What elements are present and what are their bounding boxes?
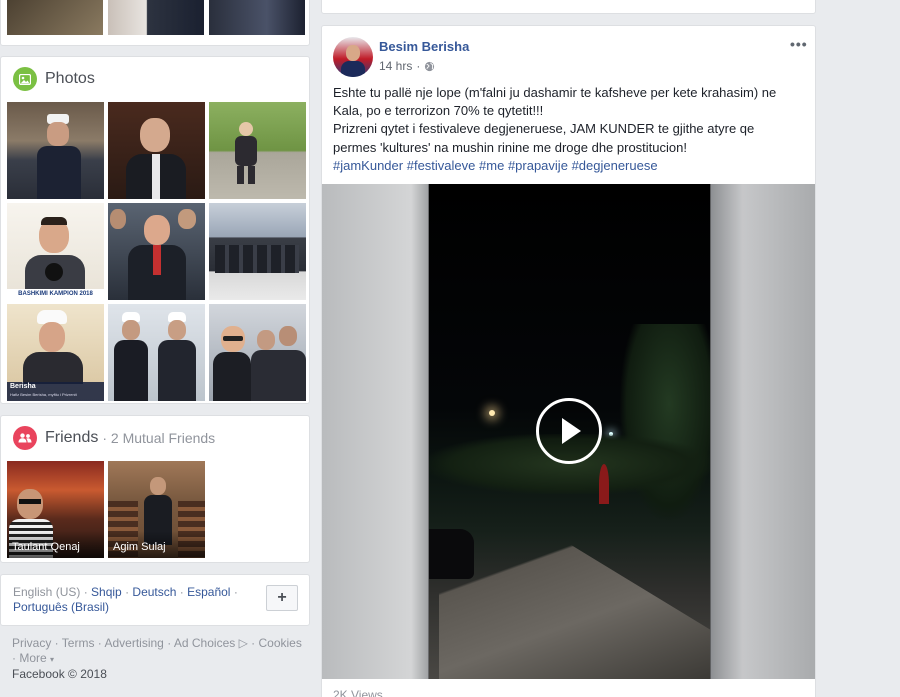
- top-photo-1[interactable]: [7, 0, 103, 35]
- language-shqip[interactable]: Shqip: [91, 585, 122, 599]
- friends-header[interactable]: Friends · 2 Mutual Friends: [13, 426, 215, 450]
- footer-privacy[interactable]: Privacy: [12, 636, 51, 650]
- friends-card: Friends · 2 Mutual Friends Taulant Qenaj…: [0, 415, 310, 563]
- photos-icon: [13, 67, 37, 91]
- author-avatar[interactable]: [333, 37, 373, 77]
- post-text: Eshte tu pallë nje lope (m'falni ju dash…: [333, 84, 808, 175]
- footer-links: Privacy · Terms · Advertising · Ad Choic…: [12, 636, 302, 681]
- photo-caption-line: Hafiz Besim Berisha, myftiu i Prizrenit: [10, 392, 77, 397]
- post-text-line-3: Prizreni qytet i festivaleve degjenerues…: [333, 121, 755, 137]
- top-photo-3[interactable]: [209, 0, 305, 35]
- play-button-icon[interactable]: [536, 398, 602, 464]
- add-language-button[interactable]: +: [266, 585, 298, 611]
- intro-photos-card-remnant: [0, 0, 310, 46]
- friend-name-1[interactable]: Taulant Qenaj: [12, 541, 80, 553]
- language-espanol[interactable]: Español: [187, 585, 230, 599]
- mutual-friends-count[interactable]: · 2 Mutual Friends: [102, 430, 215, 446]
- friends-icon: [13, 426, 37, 450]
- photos-card: Photos BASHKIMI KAMPION 2018 Berisha Haf…: [0, 56, 310, 404]
- hashtag-2[interactable]: #festivaleve: [407, 158, 476, 173]
- language-portugues[interactable]: Português (Brasil): [13, 600, 109, 614]
- photo-thumb-2[interactable]: [108, 102, 205, 199]
- footer-advertising[interactable]: Advertising: [104, 636, 163, 650]
- post-meta: 14 hrs ·: [379, 59, 435, 73]
- photo-thumb-1[interactable]: [7, 102, 104, 199]
- friend-thumb-1[interactable]: Taulant Qenaj: [7, 461, 104, 558]
- post-text-line-2: Kala, po e terrorizon 70% te qytetit!!!: [333, 103, 544, 119]
- post-hashtags: #jamKunder #festivaleve #me #prapavije #…: [333, 157, 808, 175]
- footer-ad-choices[interactable]: Ad Choices: [174, 636, 235, 650]
- post-text-line-1: Eshte tu pallë nje lope (m'falni ju dash…: [333, 85, 777, 100]
- photos-header[interactable]: Photos: [13, 67, 95, 91]
- post-options-icon[interactable]: •••: [790, 36, 808, 52]
- photo-thumb-4[interactable]: BASHKIMI KAMPION 2018: [7, 203, 104, 300]
- photo-thumb-3[interactable]: [209, 102, 306, 199]
- languages-list: English (US) · Shqip · Deutsch · Español…: [13, 585, 238, 614]
- footer-terms[interactable]: Terms: [62, 636, 95, 650]
- footer-cookies[interactable]: Cookies: [258, 636, 301, 650]
- hashtag-5[interactable]: #degjeneruese: [572, 158, 658, 173]
- photos-title: Photos: [45, 70, 95, 87]
- languages-card: English (US) · Shqip · Deutsch · Español…: [0, 574, 310, 626]
- language-english[interactable]: English (US): [13, 585, 80, 599]
- photo-thumb-8[interactable]: [108, 304, 205, 401]
- top-photo-2[interactable]: [108, 0, 204, 35]
- post-timestamp[interactable]: 14 hrs: [379, 59, 412, 73]
- post-author-name[interactable]: Besim Berisha: [379, 39, 469, 54]
- ad-choices-icon: ▷: [235, 636, 248, 650]
- hashtag-4[interactable]: #prapavije: [508, 158, 568, 173]
- photo-thumb-5[interactable]: [108, 203, 205, 300]
- more-caret-icon: ▾: [50, 655, 55, 664]
- photo-thumb-7[interactable]: Berisha Hafiz Besim Berisha, myftiu i Pr…: [7, 304, 104, 401]
- poster-caption: BASHKIMI KAMPION 2018: [7, 289, 104, 300]
- copyright: Facebook © 2018: [12, 667, 107, 681]
- video-views: 2K Views: [333, 688, 383, 697]
- friend-name-2[interactable]: Agim Sulaj: [113, 541, 166, 553]
- hashtag-1[interactable]: #jamKunder: [333, 158, 403, 173]
- hashtag-3[interactable]: #me: [479, 158, 504, 173]
- photo-thumb-9[interactable]: [209, 304, 306, 401]
- footer-more[interactable]: More: [19, 651, 46, 665]
- post-text-line-4: permes 'kultures' na mushin rinine me dr…: [333, 139, 687, 155]
- friends-title: Friends: [45, 429, 99, 446]
- friend-thumb-2[interactable]: Agim Sulaj: [108, 461, 205, 558]
- video-player[interactable]: [322, 184, 815, 679]
- post-card-remnant: [321, 0, 816, 14]
- photo-caption-name: Berisha: [10, 383, 36, 390]
- post-card: Besim Berisha 14 hrs · ••• Eshte tu pall…: [321, 25, 816, 697]
- globe-icon[interactable]: [424, 61, 435, 72]
- photo-thumb-6[interactable]: [209, 203, 306, 300]
- language-deutsch[interactable]: Deutsch: [132, 585, 176, 599]
